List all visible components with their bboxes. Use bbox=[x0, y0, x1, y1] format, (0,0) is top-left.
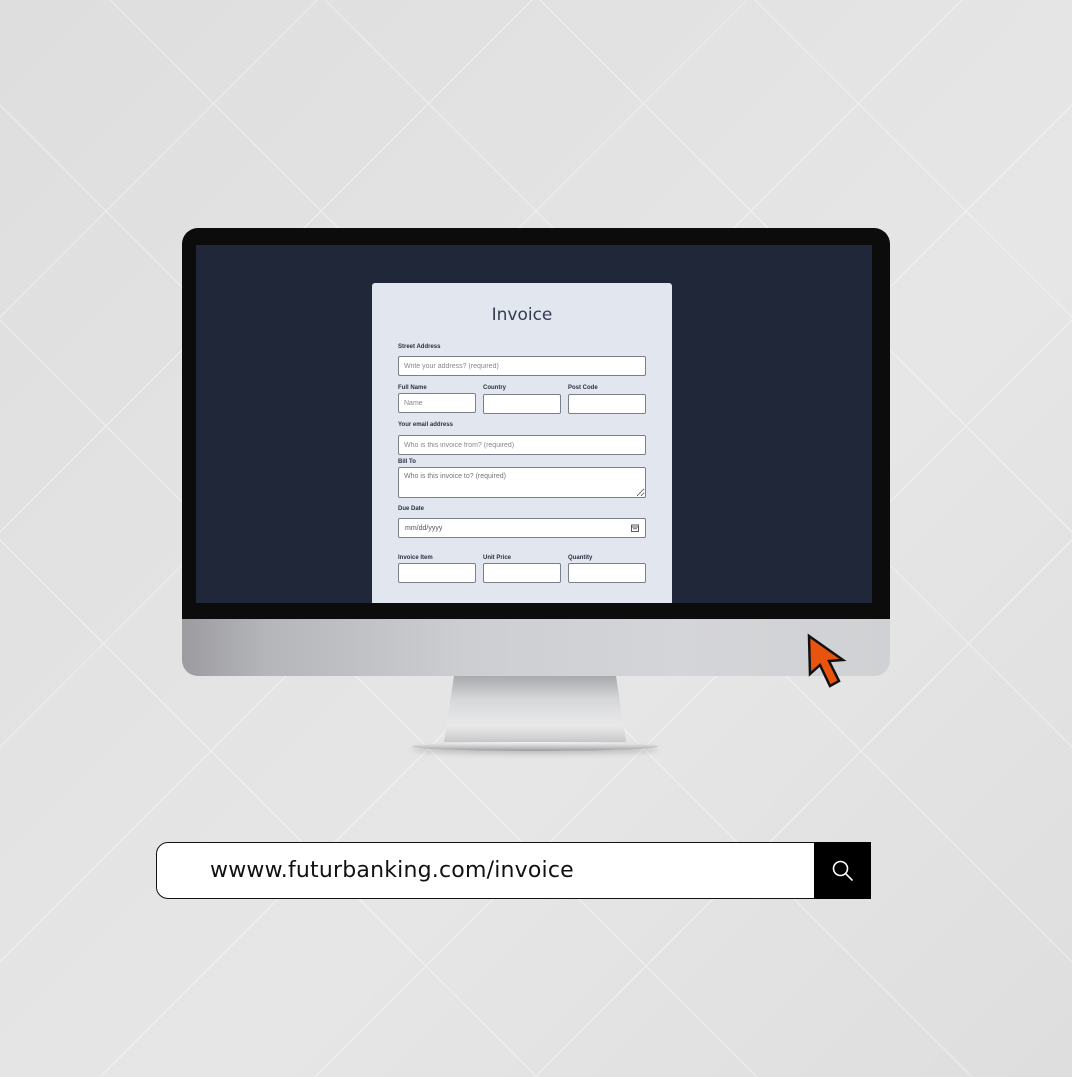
email-input[interactable] bbox=[398, 435, 646, 455]
invoice-item-label: Invoice Item bbox=[398, 555, 433, 561]
email-label: Your email address bbox=[398, 422, 453, 428]
quantity-input[interactable] bbox=[568, 563, 646, 583]
cursor-arrow-icon bbox=[807, 633, 847, 688]
street-address-label: Street Address bbox=[398, 344, 441, 350]
unit-price-label: Unit Price bbox=[483, 555, 512, 561]
invoice-form: Invoice Street Address Full Name Country… bbox=[372, 283, 672, 603]
bill-to-label: Bill To bbox=[398, 459, 416, 465]
invoice-title: Invoice bbox=[491, 305, 553, 325]
post-code-input[interactable] bbox=[568, 394, 646, 414]
monitor-screen: Invoice Street Address Full Name Country… bbox=[196, 245, 872, 603]
bill-to-textarea[interactable] bbox=[398, 467, 646, 498]
street-address-input[interactable] bbox=[398, 356, 646, 376]
country-input[interactable] bbox=[483, 394, 561, 414]
due-date-input[interactable]: mm/dd/yyyy bbox=[398, 518, 646, 538]
search-icon bbox=[832, 860, 853, 881]
calendar-icon[interactable] bbox=[631, 524, 639, 532]
search-button[interactable] bbox=[814, 842, 871, 899]
url-bar[interactable]: wwww.futurbanking.com/invoice bbox=[156, 842, 871, 899]
monitor-chin bbox=[182, 619, 890, 676]
due-date-placeholder: mm/dd/yyyy bbox=[405, 525, 443, 532]
monitor-base bbox=[412, 742, 658, 751]
post-code-label: Post Code bbox=[568, 385, 598, 391]
full-name-label: Full Name bbox=[398, 385, 427, 391]
due-date-label: Due Date bbox=[398, 506, 425, 512]
unit-price-input[interactable] bbox=[483, 563, 561, 583]
quantity-label: Quantity bbox=[568, 555, 593, 561]
invoice-item-input[interactable] bbox=[398, 563, 476, 583]
url-text: wwww.futurbanking.com/invoice bbox=[210, 858, 574, 883]
full-name-input[interactable] bbox=[398, 393, 476, 413]
country-label: Country bbox=[483, 385, 506, 391]
monitor-stand bbox=[444, 676, 626, 742]
